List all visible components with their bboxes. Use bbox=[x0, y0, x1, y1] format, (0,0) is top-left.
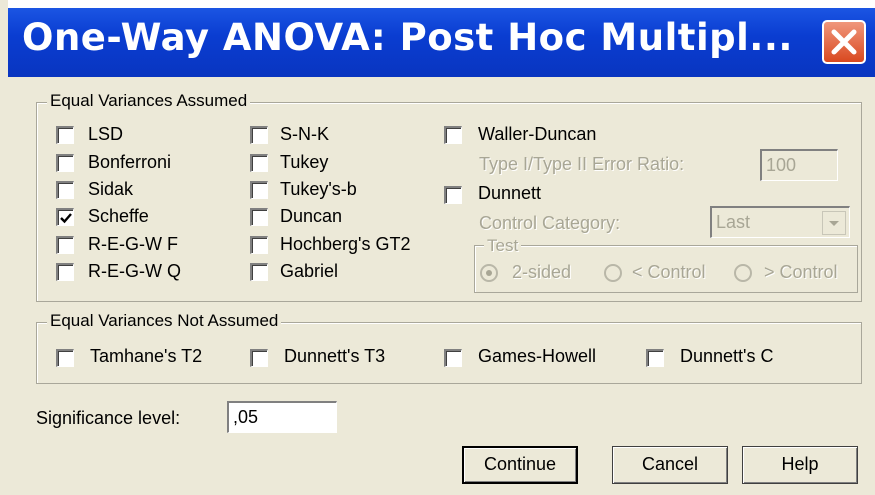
checkbox-box[interactable] bbox=[250, 236, 268, 254]
checkbox-label: Dunnett's C bbox=[680, 346, 774, 366]
checkbox-regwq[interactable]: R-E-G-W Q bbox=[56, 261, 206, 283]
checkbox-label: Tamhane's T2 bbox=[90, 346, 203, 366]
chevron-down-icon bbox=[829, 221, 839, 226]
control-category-label: Control Category: bbox=[479, 213, 621, 233]
checkbox-box[interactable] bbox=[56, 181, 74, 199]
checkbox-lsd[interactable]: LSD bbox=[56, 124, 206, 146]
radio-label: < Control bbox=[632, 262, 706, 282]
checkbox-games-howell[interactable]: Games-Howell bbox=[444, 346, 624, 368]
help-button[interactable]: Help bbox=[742, 446, 858, 484]
checkbox-label: Dunnett bbox=[478, 183, 542, 203]
checkbox-label: S-N-K bbox=[280, 124, 329, 144]
checkbox-regwf[interactable]: R-E-G-W F bbox=[56, 234, 206, 256]
checkbox-box[interactable] bbox=[56, 154, 74, 172]
continue-button[interactable]: Continue bbox=[462, 446, 578, 484]
checkbox-box[interactable] bbox=[56, 236, 74, 254]
dropdown-button[interactable] bbox=[822, 211, 846, 235]
checkbox-box[interactable] bbox=[250, 154, 268, 172]
checkbox-label: R-E-G-W F bbox=[88, 234, 178, 254]
cancel-button[interactable]: Cancel bbox=[612, 446, 728, 484]
checkbox-box[interactable] bbox=[56, 349, 74, 367]
close-button[interactable] bbox=[822, 20, 866, 64]
checkbox-sidak[interactable]: Sidak bbox=[56, 179, 206, 201]
equal-variances-not-assumed-legend: Equal Variances Not Assumed bbox=[47, 311, 282, 331]
window-title: One-Way ANOVA: Post Hoc Multipl... bbox=[22, 16, 793, 59]
checkbox-label: Waller-Duncan bbox=[478, 124, 597, 144]
test-legend: Test bbox=[484, 236, 522, 256]
control-category-select[interactable]: Last bbox=[710, 206, 850, 238]
checkbox-label: Gabriel bbox=[280, 261, 339, 281]
equal-variances-assumed-legend: Equal Variances Assumed bbox=[47, 91, 251, 111]
checkbox-label: Games-Howell bbox=[478, 346, 597, 366]
radio-label: > Control bbox=[764, 262, 838, 282]
checkbox-dunnett[interactable]: Dunnett bbox=[444, 183, 644, 205]
checkbox-label: Duncan bbox=[280, 206, 343, 226]
checkbox-dunnett-t3[interactable]: Dunnett's T3 bbox=[250, 346, 430, 368]
error-ratio-label: Type I/Type II Error Ratio: bbox=[479, 154, 685, 174]
checkbox-label: LSD bbox=[88, 124, 124, 144]
checkbox-box[interactable] bbox=[250, 263, 268, 281]
checkbox-snk[interactable]: S-N-K bbox=[250, 124, 440, 146]
checkbox-box[interactable] bbox=[56, 208, 74, 226]
checkbox-label: Hochberg's GT2 bbox=[280, 234, 411, 254]
checkbox-box[interactable] bbox=[250, 181, 268, 199]
checkbox-hochberg[interactable]: Hochberg's GT2 bbox=[250, 234, 440, 256]
checkbox-bonferroni[interactable]: Bonferroni bbox=[56, 152, 206, 174]
checkbox-box[interactable] bbox=[56, 126, 74, 144]
significance-label: Significance level: bbox=[36, 408, 181, 428]
checkbox-label: Scheffe bbox=[88, 206, 149, 226]
checkbox-box[interactable] bbox=[56, 263, 74, 281]
background-strip bbox=[0, 0, 8, 495]
checkbox-box[interactable] bbox=[444, 126, 462, 144]
radio-2-sided[interactable]: 2-sided bbox=[480, 262, 590, 284]
checkbox-box[interactable] bbox=[646, 349, 664, 367]
control-category-value: Last bbox=[716, 212, 751, 232]
checkbox-waller-duncan[interactable]: Waller-Duncan bbox=[444, 124, 644, 146]
checkbox-box[interactable] bbox=[250, 208, 268, 226]
checkbox-box[interactable] bbox=[444, 349, 462, 367]
checkbox-scheffe[interactable]: Scheffe bbox=[56, 206, 206, 228]
checkbox-label: Tukey's-b bbox=[280, 179, 357, 199]
checkmark-icon bbox=[60, 213, 72, 224]
radio-button[interactable] bbox=[604, 264, 622, 282]
checkbox-box[interactable] bbox=[250, 349, 268, 367]
error-ratio-field[interactable]: 100 bbox=[760, 149, 838, 181]
checkbox-label: Sidak bbox=[88, 179, 134, 199]
close-icon bbox=[831, 29, 857, 55]
significance-field[interactable]: ,05 bbox=[227, 401, 337, 433]
checkbox-tukeys-b[interactable]: Tukey's-b bbox=[250, 179, 440, 201]
checkbox-label: Bonferroni bbox=[88, 152, 172, 172]
radio-label: 2-sided bbox=[512, 262, 572, 282]
radio-greater-control[interactable]: > Control bbox=[734, 262, 854, 284]
checkbox-label: Dunnett's T3 bbox=[284, 346, 386, 366]
checkbox-label: Tukey bbox=[280, 152, 329, 172]
radio-button[interactable] bbox=[480, 264, 498, 282]
radio-button[interactable] bbox=[734, 264, 752, 282]
checkbox-tamhane[interactable]: Tamhane's T2 bbox=[56, 346, 236, 368]
checkbox-duncan[interactable]: Duncan bbox=[250, 206, 440, 228]
checkbox-dunnett-c[interactable]: Dunnett's C bbox=[646, 346, 826, 368]
checkbox-tukey[interactable]: Tukey bbox=[250, 152, 440, 174]
radio-less-control[interactable]: < Control bbox=[604, 262, 724, 284]
checkbox-gabriel[interactable]: Gabriel bbox=[250, 261, 440, 283]
checkbox-label: R-E-G-W Q bbox=[88, 261, 181, 281]
checkbox-box[interactable] bbox=[444, 186, 462, 204]
checkbox-box[interactable] bbox=[250, 126, 268, 144]
